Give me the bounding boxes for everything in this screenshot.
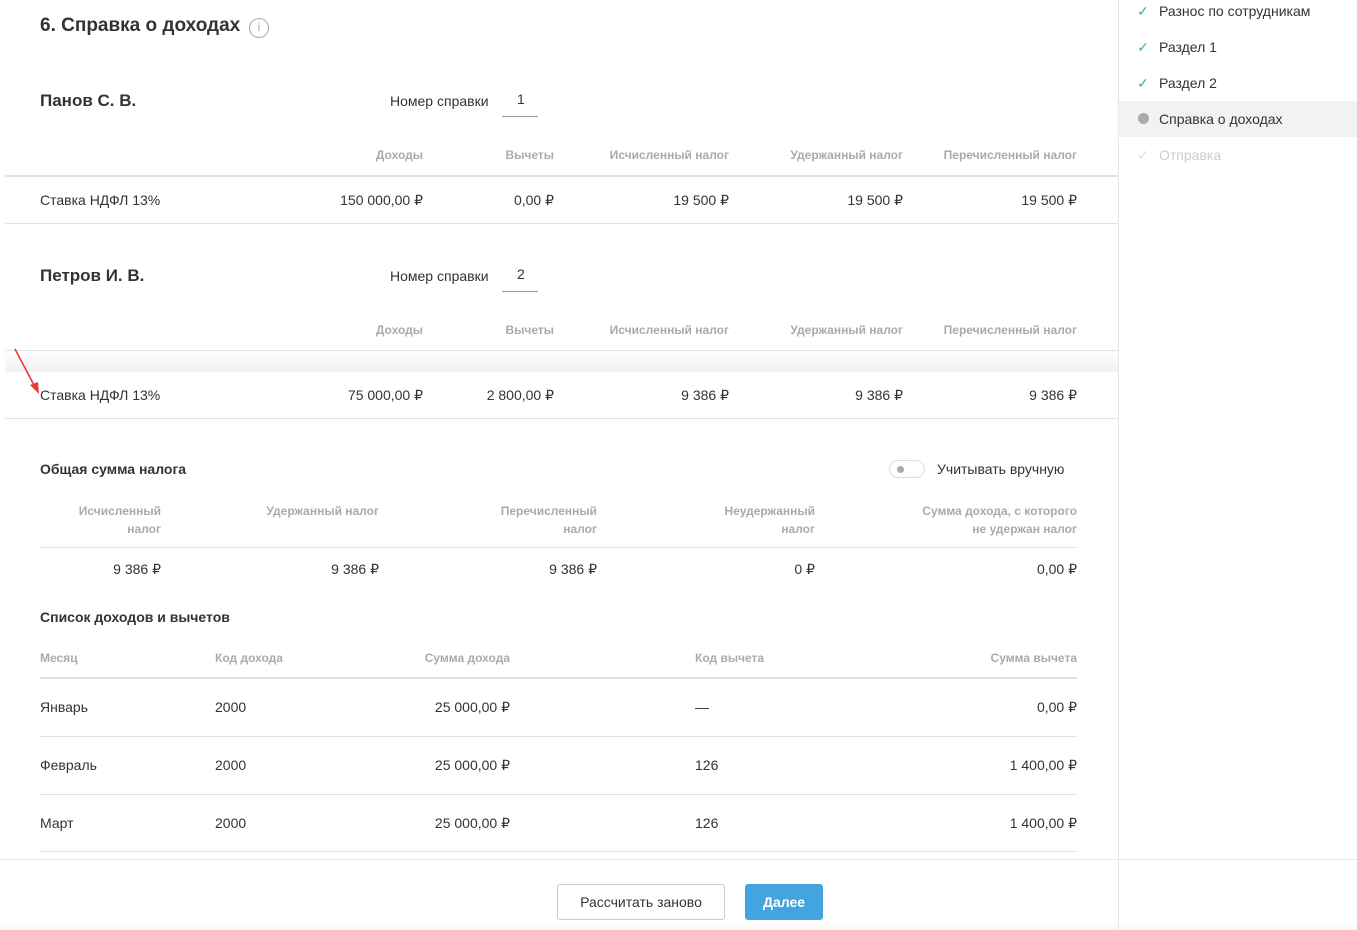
income-list-title: Список доходов и вычетов <box>40 609 230 625</box>
col-header-calculated-tax: Исчисленный налог <box>609 323 729 337</box>
summary-value: 0 ₽ <box>794 561 815 577</box>
cert-number-label: Номер справки <box>390 268 489 284</box>
deduction-sum-cell: 1 400,00 ₽ <box>1009 757 1077 773</box>
summary-header: Исчисленный налог <box>78 504 161 536</box>
step-item-income-certificate[interactable]: Справка о доходах <box>1119 101 1357 137</box>
summary-value: 9 386 ₽ <box>331 561 379 577</box>
step-label: Отправка <box>1159 147 1222 163</box>
income-sum-cell: 25 000,00 ₽ <box>434 815 510 831</box>
rate-label: Ставка НДФЛ 13% <box>40 387 161 403</box>
step-label: Разнос по сотрудникам <box>1159 3 1311 19</box>
summary-title: Общая сумма налога <box>40 461 187 477</box>
withheld-tax-value: 19 500 ₽ <box>847 192 903 208</box>
summary-value: 9 386 ₽ <box>549 561 597 577</box>
month-cell: Март <box>40 815 74 831</box>
col-header-withheld-tax: Удержанный налог <box>790 148 903 162</box>
manual-toggle-label: Учитывать вручную <box>937 461 1065 477</box>
step-item-section-2[interactable]: ✓ Раздел 2 <box>1119 65 1357 101</box>
step-item-distribution[interactable]: ✓ Разнос по сотрудникам <box>1119 0 1357 29</box>
step-label: Справка о доходах <box>1159 111 1283 127</box>
summary-header: Удержанный налог <box>266 504 379 518</box>
step-label: Раздел 1 <box>1159 39 1217 55</box>
summary-value: 9 386 ₽ <box>113 561 161 577</box>
col-header-deductions: Вычеты <box>505 323 554 337</box>
col-header-income-sum: Сумма дохода <box>424 651 510 665</box>
info-icon[interactable]: i <box>249 18 269 38</box>
step-label: Раздел 2 <box>1159 75 1217 91</box>
next-button[interactable]: Далее <box>745 884 823 920</box>
deduction-code-cell: 126 <box>695 757 719 773</box>
col-header-transferred-tax: Перечисленный налог <box>943 323 1077 337</box>
income-code-cell: 2000 <box>215 815 247 831</box>
month-cell: Февраль <box>40 757 97 773</box>
check-icon: ✓ <box>1137 38 1149 55</box>
steps-sidebar: ✓ Разнос по сотрудникам ✓ Раздел 1 ✓ Раздел… <box>1118 0 1357 930</box>
transferred-tax-value: 9 386 ₽ <box>1029 387 1077 403</box>
income-sum-cell: 25 000,00 ₽ <box>434 699 510 715</box>
step-item-section-1[interactable]: ✓ Раздел 1 <box>1119 29 1357 65</box>
col-header-income-code: Код дохода <box>215 651 283 665</box>
month-cell: Январь <box>40 699 88 715</box>
summary-header: Неудержанный налог <box>724 504 815 536</box>
income-code-cell: 2000 <box>215 757 247 773</box>
summary-header: Сумма дохода, с которого не удержан налог <box>922 504 1077 536</box>
income-sum-cell: 25 000,00 ₽ <box>434 757 510 773</box>
page-title: 6. Справка о доходах <box>40 15 241 36</box>
col-header-deductions: Вычеты <box>505 148 554 162</box>
cert-number-input[interactable]: 1 <box>502 91 538 117</box>
deduction-sum-cell: 1 400,00 ₽ <box>1009 815 1077 831</box>
col-header-deduction-sum: Сумма вычета <box>990 651 1077 665</box>
col-header-calculated-tax: Исчисленный налог <box>609 148 729 162</box>
col-header-transferred-tax: Перечисленный налог <box>943 148 1077 162</box>
red-arrow-annotation-icon <box>14 348 39 394</box>
recalculate-button[interactable]: Рассчитать заново <box>557 884 725 920</box>
deduction-code-cell: 126 <box>695 815 719 831</box>
rate-label: Ставка НДФЛ 13% <box>40 192 161 208</box>
step-item-send[interactable]: ✓ Отправка <box>1119 137 1357 173</box>
summary-header: Перечисленный налог <box>500 504 597 536</box>
deductions-value: 2 800,00 ₽ <box>486 387 554 403</box>
calculated-tax-value: 19 500 ₽ <box>673 192 729 208</box>
employee-name: Петров И. В. <box>40 266 145 285</box>
check-icon: ✓ <box>1137 146 1149 163</box>
transferred-tax-value: 19 500 ₽ <box>1021 192 1077 208</box>
summary-value: 0,00 ₽ <box>1036 561 1077 577</box>
cert-number-label: Номер справки <box>390 93 489 109</box>
deductions-value: 0,00 ₽ <box>513 192 554 208</box>
manual-toggle[interactable] <box>889 460 925 478</box>
withheld-tax-value: 9 386 ₽ <box>855 387 903 403</box>
col-header-withheld-tax: Удержанный налог <box>790 323 903 337</box>
calculated-tax-value: 9 386 ₽ <box>681 387 729 403</box>
check-icon: ✓ <box>1137 74 1149 91</box>
income-code-cell: 2000 <box>215 699 247 715</box>
check-icon: ✓ <box>1137 2 1149 19</box>
col-header-deduction-code: Код вычета <box>695 651 765 665</box>
deduction-code-cell: — <box>695 699 709 715</box>
dot-icon <box>1135 111 1151 127</box>
col-header-month: Месяц <box>40 651 78 665</box>
deduction-sum-cell: 0,00 ₽ <box>1036 699 1077 715</box>
cert-number-input[interactable]: 2 <box>502 266 538 292</box>
employee-name: Панов С. В. <box>40 91 137 110</box>
